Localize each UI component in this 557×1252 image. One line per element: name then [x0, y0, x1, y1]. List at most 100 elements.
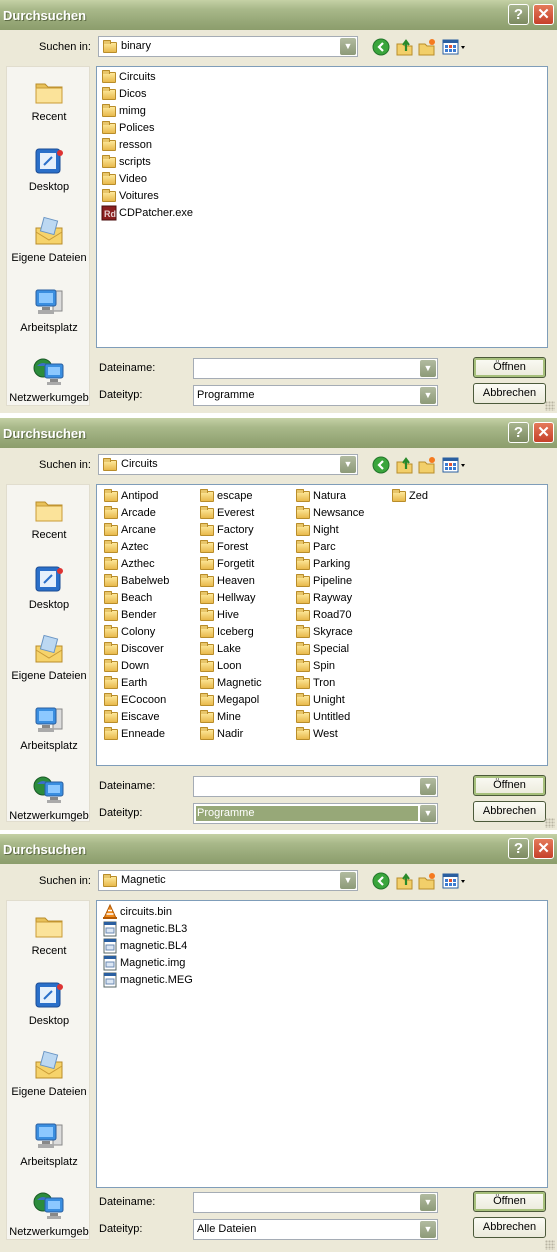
close-button[interactable]: ✕ — [533, 838, 554, 859]
file-item[interactable]: Skyrace — [295, 624, 353, 640]
resize-grip[interactable] — [545, 1240, 555, 1250]
title-bar[interactable]: Durchsuchen ? ✕ — [0, 418, 557, 448]
help-button[interactable]: ? — [508, 838, 529, 859]
view-menu-icon[interactable] — [442, 872, 466, 890]
resize-grip[interactable] — [545, 401, 555, 411]
place-my-computer[interactable]: Arbeitsplatz — [7, 286, 91, 334]
file-item[interactable]: Dicos — [101, 86, 147, 102]
title-bar[interactable]: Durchsuchen ? ✕ — [0, 0, 557, 30]
place-my-documents[interactable]: Eigene Dateien — [7, 1050, 91, 1098]
file-item[interactable]: West — [295, 726, 338, 742]
file-item[interactable]: Parking — [295, 556, 350, 572]
file-item[interactable]: escape — [199, 488, 252, 504]
file-item[interactable]: Circuits — [101, 69, 156, 85]
file-item[interactable]: Arcade — [103, 505, 156, 521]
place-recent[interactable]: Recent — [7, 493, 91, 541]
open-button[interactable]: Öffnen — [473, 775, 546, 796]
file-item[interactable]: Babelweb — [103, 573, 169, 589]
file-item[interactable]: Hive — [199, 607, 239, 623]
look-in-dropdown[interactable]: binary ▼ — [98, 36, 358, 57]
close-button[interactable]: ✕ — [533, 4, 554, 25]
file-item[interactable]: Natura — [295, 488, 346, 504]
chevron-down-icon[interactable]: ▼ — [340, 456, 356, 473]
help-button[interactable]: ? — [508, 422, 529, 443]
place-my-documents[interactable]: Eigene Dateien — [7, 634, 91, 682]
file-item[interactable]: Road70 — [295, 607, 352, 623]
file-item[interactable]: Mine — [199, 709, 241, 725]
open-button[interactable]: Öffnen — [473, 1191, 546, 1212]
file-item[interactable]: Aztec — [103, 539, 149, 555]
file-item[interactable]: Everest — [199, 505, 254, 521]
file-item[interactable]: magnetic.MEG — [102, 972, 193, 988]
file-item[interactable]: mimg — [101, 103, 146, 119]
filetype-dropdown[interactable]: Alle Dateien ▼ — [193, 1219, 438, 1240]
filename-input[interactable]: ▼ — [193, 358, 438, 379]
file-item[interactable]: Factory — [199, 522, 254, 538]
chevron-down-icon[interactable]: ▼ — [420, 778, 436, 795]
file-item[interactable]: Colony — [103, 624, 155, 640]
file-item[interactable]: Rayway — [295, 590, 352, 606]
place-network[interactable]: Netzwerkumgeb — [7, 356, 91, 404]
close-button[interactable]: ✕ — [533, 422, 554, 443]
file-item[interactable]: ECocoon — [103, 692, 166, 708]
file-item[interactable]: Loon — [199, 658, 241, 674]
cancel-button[interactable]: Abbrechen — [473, 383, 546, 404]
new-folder-icon[interactable] — [418, 872, 436, 890]
place-network[interactable]: Netzwerkumgeb — [7, 1190, 91, 1238]
view-menu-icon[interactable] — [442, 38, 466, 56]
cancel-button[interactable]: Abbrechen — [473, 1217, 546, 1238]
file-item[interactable]: Earth — [103, 675, 147, 691]
file-item[interactable]: Spin — [295, 658, 335, 674]
file-item[interactable]: Voitures — [101, 188, 159, 204]
file-item[interactable]: Down — [103, 658, 149, 674]
file-item[interactable]: Newsance — [295, 505, 364, 521]
file-item[interactable]: resson — [101, 137, 152, 153]
look-in-dropdown[interactable]: Circuits ▼ — [98, 454, 358, 475]
file-item[interactable]: Antipod — [103, 488, 158, 504]
filename-input[interactable]: ▼ — [193, 776, 438, 797]
file-item[interactable]: Unight — [295, 692, 345, 708]
back-icon[interactable] — [372, 872, 390, 890]
help-button[interactable]: ? — [508, 4, 529, 25]
file-item[interactable]: magnetic.BL4 — [102, 938, 187, 954]
file-item[interactable]: Bender — [103, 607, 156, 623]
up-folder-icon[interactable] — [396, 872, 414, 890]
file-list[interactable]: Circuits Dicos mimg Polices resson scrip… — [96, 66, 548, 348]
chevron-down-icon[interactable]: ▼ — [420, 805, 436, 822]
file-item[interactable]: Magnetic.img — [102, 955, 185, 971]
open-button[interactable]: Öffnen — [473, 357, 546, 378]
file-item[interactable]: Polices — [101, 120, 154, 136]
file-item[interactable]: Zed — [391, 488, 428, 504]
look-in-dropdown[interactable]: Magnetic ▼ — [98, 870, 358, 891]
file-item[interactable]: Hellway — [199, 590, 256, 606]
new-folder-icon[interactable] — [418, 456, 436, 474]
filetype-dropdown[interactable]: Programme ▼ — [193, 803, 438, 824]
chevron-down-icon[interactable]: ▼ — [420, 1221, 436, 1238]
file-item[interactable]: magnetic.BL3 — [102, 921, 187, 937]
file-item[interactable]: Special — [295, 641, 349, 657]
up-folder-icon[interactable] — [396, 38, 414, 56]
file-item[interactable]: Megapol — [199, 692, 259, 708]
file-item[interactable]: Night — [295, 522, 339, 538]
chevron-down-icon[interactable]: ▼ — [340, 872, 356, 889]
chevron-down-icon[interactable]: ▼ — [420, 360, 436, 377]
place-my-computer[interactable]: Arbeitsplatz — [7, 1120, 91, 1168]
file-item[interactable]: circuits.bin — [102, 903, 172, 920]
filename-input[interactable]: ▼ — [193, 1192, 438, 1213]
file-item[interactable]: Magnetic — [199, 675, 262, 691]
place-my-computer[interactable]: Arbeitsplatz — [7, 704, 91, 752]
place-my-documents[interactable]: Eigene Dateien — [7, 216, 91, 264]
file-item[interactable]: Untitled — [295, 709, 350, 725]
file-item[interactable]: Beach — [103, 590, 152, 606]
resize-grip[interactable] — [545, 818, 555, 828]
chevron-down-icon[interactable]: ▼ — [340, 38, 356, 55]
view-menu-icon[interactable] — [442, 456, 466, 474]
place-network[interactable]: Netzwerkumgeb — [7, 774, 91, 822]
cancel-button[interactable]: Abbrechen — [473, 801, 546, 822]
back-icon[interactable] — [372, 38, 390, 56]
file-list[interactable]: Antipod Arcade Arcane Aztec Azthec Babel… — [96, 484, 548, 766]
back-icon[interactable] — [372, 456, 390, 474]
file-item[interactable]: Enneade — [103, 726, 165, 742]
file-item[interactable]: scripts — [101, 154, 151, 170]
file-item[interactable]: Tron — [295, 675, 335, 691]
